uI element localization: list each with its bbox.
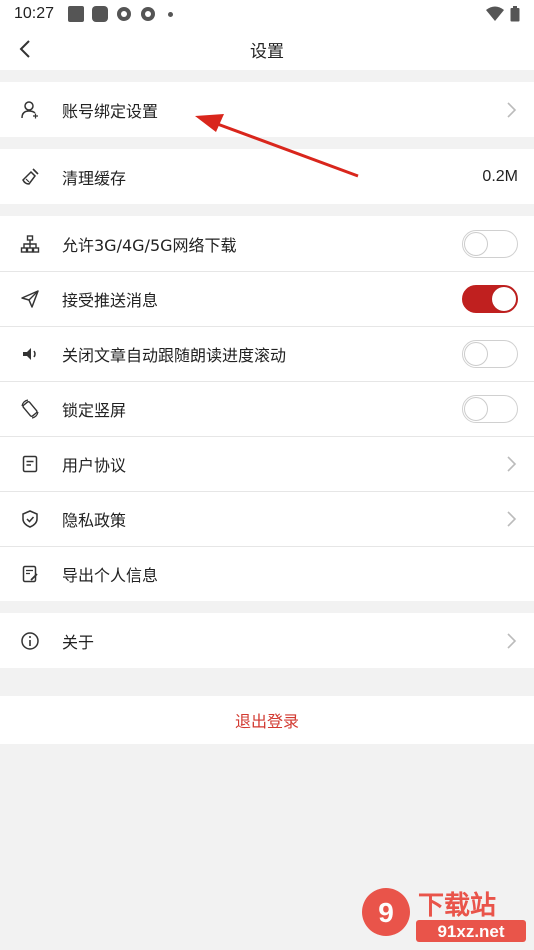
status-time: 10:27 bbox=[14, 5, 55, 22]
more-notifications-icon bbox=[168, 11, 174, 17]
app-notification-icon bbox=[141, 7, 156, 21]
receive-push-row: 接受推送消息 bbox=[0, 271, 534, 326]
status-bar: 10:27 bbox=[0, 0, 534, 28]
account-binding-row[interactable]: 账号绑定设置 bbox=[0, 82, 534, 137]
about-row[interactable]: 关于 bbox=[0, 613, 534, 668]
watermark-brand: 下载站 bbox=[418, 891, 496, 921]
notification-icon bbox=[92, 6, 109, 22]
app-notification-icon bbox=[117, 7, 132, 21]
info-icon bbox=[18, 629, 42, 653]
export-document-icon bbox=[18, 562, 42, 586]
account-group: 账号绑定设置 bbox=[0, 82, 534, 137]
notification-icon bbox=[68, 6, 85, 22]
allow-download-label: 允许3G/4G/5G网络下载 bbox=[62, 235, 237, 255]
user-agreement-row[interactable]: 用户协议 bbox=[0, 436, 534, 491]
user-agreement-label: 用户协议 bbox=[62, 456, 127, 475]
lock-portrait-row: 锁定竖屏 bbox=[0, 381, 534, 436]
speaker-icon bbox=[18, 342, 42, 366]
allow-download-row: 允许3G/4G/5G网络下载 bbox=[0, 216, 534, 271]
clear-cache-row[interactable]: 清理缓存 0.2M bbox=[0, 149, 534, 204]
shield-icon bbox=[18, 507, 42, 531]
cache-group: 清理缓存 0.2M bbox=[0, 149, 534, 204]
wifi-icon bbox=[486, 6, 504, 21]
receive-push-toggle[interactable] bbox=[462, 285, 518, 313]
privacy-policy-row[interactable]: 隐私政策 bbox=[0, 491, 534, 546]
logout-button[interactable]: 退出登录 bbox=[0, 696, 534, 744]
broom-icon bbox=[18, 165, 42, 189]
account-binding-label: 账号绑定设置 bbox=[62, 101, 159, 121]
lock-portrait-toggle[interactable] bbox=[462, 395, 518, 423]
rotate-icon bbox=[18, 397, 42, 421]
chevron-left-icon[interactable] bbox=[14, 37, 38, 61]
clear-cache-label: 清理缓存 bbox=[62, 168, 127, 188]
svg-text:9: 9 bbox=[378, 897, 394, 928]
watermark-graphic: 9 下载站 91xz.net bbox=[362, 888, 526, 942]
watermark-domain: 91xz.net bbox=[437, 922, 504, 941]
chevron-right-icon bbox=[507, 632, 517, 649]
user-icon bbox=[18, 98, 42, 122]
document-icon bbox=[18, 452, 42, 476]
watermark-logo: 9 下载站 91xz.net bbox=[358, 880, 530, 946]
about-label: 关于 bbox=[62, 632, 95, 652]
network-icon bbox=[18, 232, 42, 256]
close-scroll-label: 关闭文章自动跟随朗读进度滚动 bbox=[62, 346, 287, 365]
chevron-right-icon bbox=[507, 456, 517, 472]
allow-download-toggle[interactable] bbox=[462, 229, 518, 258]
chevron-right-icon bbox=[507, 101, 517, 118]
chevron-right-icon bbox=[507, 511, 517, 527]
title-bar: 设置 bbox=[0, 28, 534, 70]
privacy-policy-label: 隐私政策 bbox=[62, 511, 127, 530]
close-scroll-row: 关闭文章自动跟随朗读进度滚动 bbox=[0, 326, 534, 381]
close-scroll-toggle[interactable] bbox=[462, 340, 518, 368]
receive-push-label: 接受推送消息 bbox=[62, 291, 159, 310]
cache-size-value: 0.2M bbox=[482, 167, 518, 185]
lock-portrait-label: 锁定竖屏 bbox=[62, 401, 127, 420]
send-icon bbox=[18, 287, 42, 311]
battery-icon bbox=[510, 6, 520, 22]
preferences-group: 允许3G/4G/5G网络下载 接受推送消息 关闭文章自动跟随朗读进度滚动 锁定竖… bbox=[0, 216, 534, 601]
about-group: 关于 bbox=[0, 613, 534, 668]
page-title: 设置 bbox=[250, 41, 284, 62]
export-info-row[interactable]: 导出个人信息 bbox=[0, 546, 534, 601]
export-info-label: 导出个人信息 bbox=[62, 566, 159, 585]
